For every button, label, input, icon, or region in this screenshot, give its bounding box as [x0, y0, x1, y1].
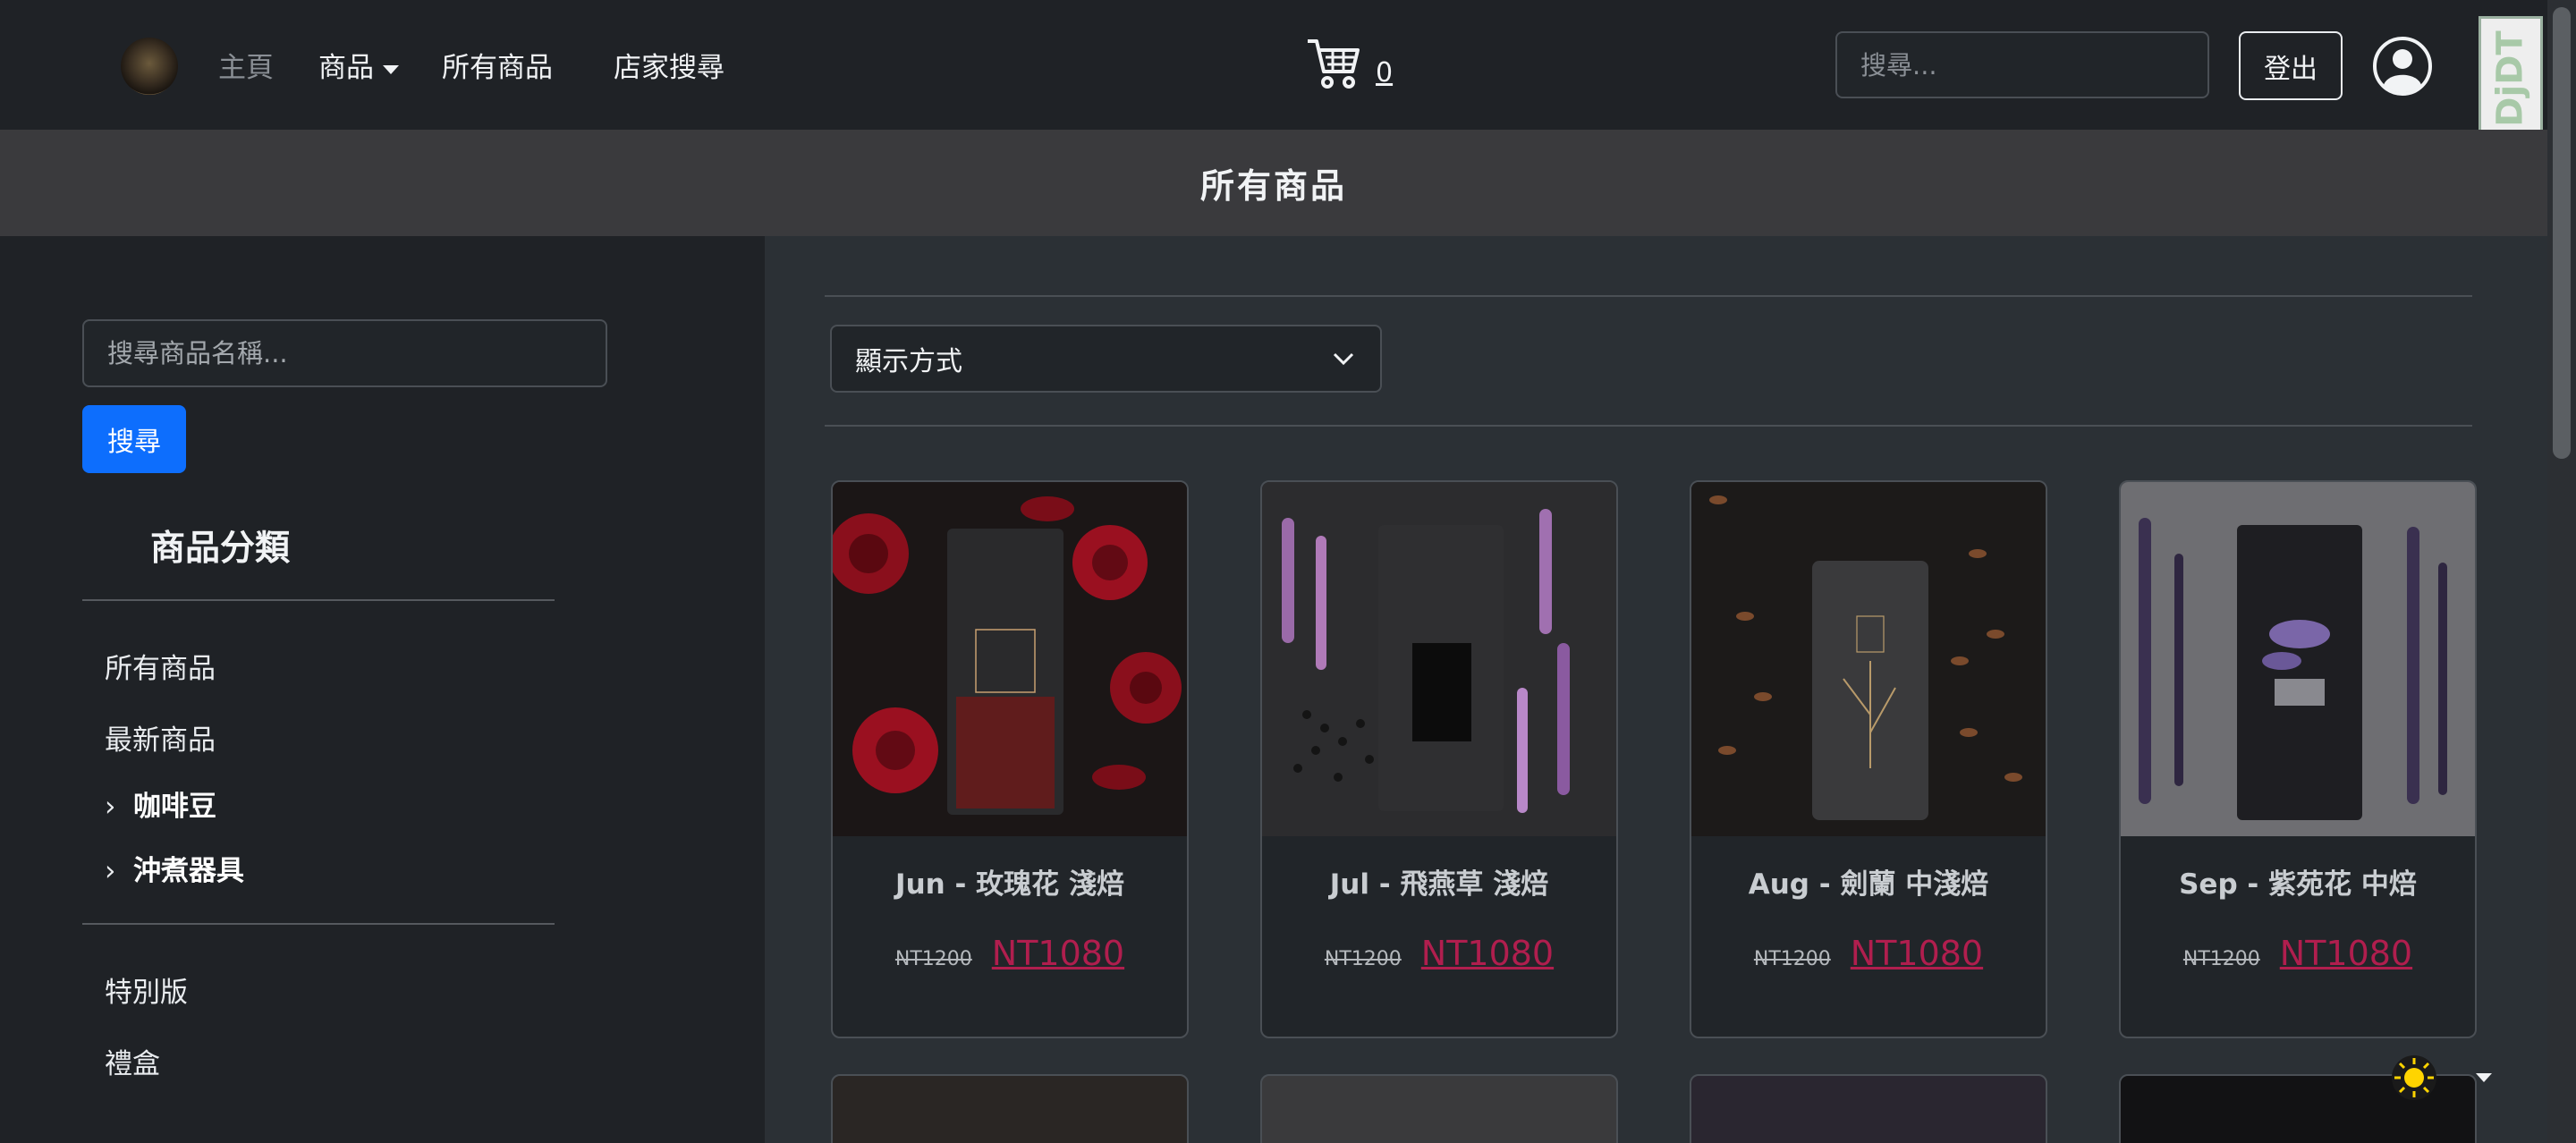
display-mode-select[interactable]: 顯示方式	[830, 325, 1382, 393]
product-title[interactable]: Aug - 劍蘭 中淺焙	[1691, 861, 2046, 902]
product-image[interactable]	[1262, 482, 1616, 836]
sidebar-item-special-edition[interactable]: 特別版	[105, 969, 188, 1010]
debug-toolbar-handle[interactable]: DjDT	[2479, 16, 2543, 141]
display-mode-value: 顯示方式	[855, 346, 962, 377]
sun-icon[interactable]	[2390, 1054, 2438, 1102]
cart-count-link[interactable]: 0	[1376, 57, 1393, 89]
original-price: NT1200	[1753, 948, 1831, 970]
navbar: 主頁 商品 所有商品 店家搜尋 0 登出	[0, 0, 2547, 130]
product-title[interactable]: Sep - 紫苑花 中焙	[2121, 861, 2475, 902]
sidebar-item-label: 咖啡豆	[133, 791, 216, 823]
product-title[interactable]: Jul - 飛燕草 淺焙	[1262, 861, 1616, 902]
sidebar-item-brewing-equipment[interactable]: › 沖煮器具	[105, 848, 244, 888]
main-divider	[825, 425, 2472, 427]
product-image[interactable]	[1691, 482, 2046, 836]
sidebar-divider	[82, 599, 555, 601]
sidebar-item-gift-box[interactable]: 禮盒	[105, 1041, 160, 1081]
nav-all-products-link[interactable]: 所有商品	[442, 45, 553, 85]
sidebar-divider	[82, 923, 555, 925]
sale-price[interactable]: NT1080	[1851, 934, 1983, 973]
nav-search-input[interactable]	[1835, 31, 2209, 98]
price-row: NT1200 NT1080	[1262, 934, 1616, 973]
product-image[interactable]	[833, 482, 1187, 836]
shopping-cart-icon[interactable]	[1306, 36, 1363, 93]
sale-price[interactable]: NT1080	[1421, 934, 1554, 973]
product-search-input[interactable]	[82, 319, 607, 387]
sidebar-item-all-products[interactable]: 所有商品	[105, 646, 216, 686]
original-price: NT1200	[894, 948, 972, 970]
scrollbar-thumb[interactable]	[2553, 7, 2571, 459]
product-card[interactable]: Sep - 紫苑花 中焙 NT1200 NT1080	[2119, 480, 2477, 1038]
sale-price[interactable]: NT1080	[992, 934, 1124, 973]
product-card[interactable]: Jun - 玫瑰花 淺焙 NT1200 NT1080	[831, 480, 1189, 1038]
product-title[interactable]: Jun - 玫瑰花 淺焙	[833, 861, 1187, 902]
sidebar-item-label: 沖煮器具	[133, 855, 244, 887]
logout-button[interactable]: 登出	[2239, 31, 2343, 100]
product-card-partial[interactable]	[1690, 1074, 2047, 1143]
chevron-down-icon	[1333, 352, 1354, 366]
brand-logo[interactable]	[121, 38, 178, 95]
product-card[interactable]: Aug - 劍蘭 中淺焙 NT1200 NT1080	[1690, 480, 2047, 1038]
product-area: 顯示方式 Jun - 玫瑰花 淺焙 NT1200 NT1080 Jul - 飛燕…	[765, 236, 2547, 1143]
chevron-right-icon: ›	[105, 791, 116, 823]
page-title-band: 所有商品	[0, 130, 2547, 236]
product-image[interactable]	[2121, 482, 2475, 836]
theme-menu-caret-icon[interactable]	[2476, 1073, 2492, 1082]
sidebar-item-new-products[interactable]: 最新商品	[105, 717, 216, 758]
nav-products-label: 商品	[318, 52, 374, 84]
sidebar: 搜尋 商品分類 所有商品 最新商品 › 咖啡豆 › 沖煮器具 特別版 禮盒	[0, 236, 765, 1143]
debug-toolbar-label: DjDT	[2490, 30, 2531, 127]
price-row: NT1200 NT1080	[833, 934, 1187, 973]
price-row: NT1200 NT1080	[1691, 934, 2046, 973]
product-card-partial[interactable]	[1260, 1074, 1618, 1143]
product-card[interactable]: Jul - 飛燕草 淺焙 NT1200 NT1080	[1260, 480, 1618, 1038]
product-card-partial[interactable]	[831, 1074, 1189, 1143]
chevron-right-icon: ›	[105, 855, 116, 887]
page-scrollbar[interactable]	[2547, 0, 2576, 1143]
sidebar-item-coffee-beans[interactable]: › 咖啡豆	[105, 783, 216, 824]
sale-price[interactable]: NT1080	[2280, 934, 2412, 973]
user-profile-icon[interactable]	[2372, 36, 2433, 97]
product-search-button[interactable]: 搜尋	[82, 405, 186, 473]
price-row: NT1200 NT1080	[2121, 934, 2475, 973]
nav-products-dropdown[interactable]: 商品	[318, 45, 399, 85]
original-price: NT1200	[2182, 948, 2260, 970]
nav-store-search-link[interactable]: 店家搜尋	[614, 45, 724, 85]
category-heading: 商品分類	[150, 529, 291, 569]
page-title: 所有商品	[1199, 166, 1347, 206]
caret-down-icon	[383, 64, 399, 74]
nav-home-link[interactable]: 主頁	[218, 45, 274, 85]
main-divider	[825, 295, 2472, 297]
original-price: NT1200	[1324, 948, 1402, 970]
